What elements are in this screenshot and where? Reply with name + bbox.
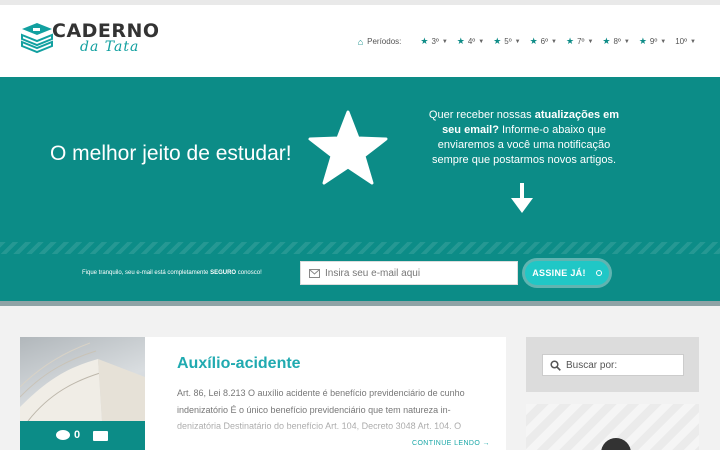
nav-item-3[interactable]: ★ 3º ▼ [420, 36, 447, 47]
nav-item-label: 3º [431, 37, 439, 46]
caret-down-icon: ▼ [551, 38, 557, 45]
books-icon [21, 23, 53, 54]
search-input[interactable]: Buscar por: [542, 354, 684, 376]
nav-item-5[interactable]: ★ 5º ▼ [493, 36, 520, 47]
nav-item-label: 5º [504, 37, 512, 46]
hero-description: Quer receber nossas atualizações em seu … [418, 108, 630, 168]
star-icon: ★ [566, 36, 575, 46]
star-icon: ★ [493, 36, 502, 46]
search-icon [550, 359, 561, 371]
privacy-note: Fique tranquilo, seu e-mail está complet… [82, 270, 262, 276]
email-placeholder: Insira seu e-mail aqui [325, 267, 421, 279]
caret-down-icon: ▼ [478, 38, 485, 45]
caret-down-icon: ▼ [690, 38, 696, 45]
subscribe-button[interactable]: ASSINE JÁ! [525, 261, 609, 285]
hero-bottom-band [0, 301, 720, 306]
privacy-note-bold: SEGURO [210, 270, 237, 276]
caret-down-icon: ▼ [441, 38, 448, 45]
circle-icon [595, 270, 602, 276]
envelope-icon [309, 268, 320, 278]
nav-item-9[interactable]: ★ 9º ▼ [639, 36, 666, 47]
caret-down-icon: ▼ [514, 38, 521, 45]
site-logo[interactable]: CADERNO da Tata [20, 19, 159, 63]
open-book-image [20, 342, 145, 421]
privacy-note-prefix: Fique tranquilo, seu e-mail está complet… [82, 270, 211, 276]
comment-icon [56, 430, 70, 440]
privacy-note-suffix: conosco! [236, 270, 262, 276]
home-icon[interactable]: ⌂ [358, 37, 363, 47]
arrow-down-icon [511, 183, 533, 213]
nav-item-label: 8º [613, 37, 621, 46]
decorative-stripes [0, 242, 720, 254]
post-stats-bar: 0 [20, 421, 145, 450]
star-icon: ★ [456, 36, 465, 46]
logo-word-da-tata: da Tata [80, 39, 140, 55]
caret-down-icon: ▼ [587, 38, 594, 45]
newsletter-hero: O melhor jeito de estudar! Quer receber … [0, 77, 720, 301]
subscribe-label: ASSINE JÁ! [532, 268, 586, 278]
nav-item-label: 10º [675, 37, 688, 46]
star-icon: ★ [420, 36, 429, 46]
periods-nav: ⌂ Períodos: ★ 3º ▼ ★ 4º ▼ ★ 5º ▼ ★ 6º ▼ ★ 7º ▼ ★ 8º… [358, 36, 696, 47]
hero-title: O melhor jeito de estudar! [50, 142, 292, 165]
caret-down-icon: ▼ [660, 38, 667, 45]
nav-item-label: 7º [577, 37, 585, 46]
nav-item-8[interactable]: ★ 8º ▼ [602, 36, 629, 47]
star-icon: ★ [638, 36, 647, 46]
nav-item-7[interactable]: ★ 7º ▼ [566, 36, 593, 47]
excerpt-fade [160, 412, 500, 442]
search-placeholder: Buscar por: [566, 359, 618, 371]
continue-reading-link[interactable]: CONTINUE LENDO → [412, 440, 490, 447]
comment-count: 0 [74, 429, 81, 441]
caret-down-icon: ▼ [623, 38, 630, 45]
nav-item-label: 9º [649, 37, 658, 46]
nav-item-4[interactable]: ★ 4º ▼ [457, 36, 484, 47]
folder-icon[interactable] [93, 431, 108, 441]
site-header: CADERNO da Tata ⌂ Períodos: ★ 3º ▼ ★ 4º ▼ ★ 5… [0, 5, 720, 77]
email-field[interactable]: Insira seu e-mail aqui [300, 261, 518, 285]
nav-item-label: 4º [467, 37, 476, 46]
star-icon: ★ [529, 36, 538, 46]
hero-text-prefix: Quer receber nossas [428, 109, 535, 121]
post-thumbnail[interactable] [20, 337, 145, 421]
periods-label: Períodos: [367, 37, 402, 46]
star-icon [308, 110, 388, 185]
post-title-link[interactable]: Auxílio-acidente [177, 355, 301, 373]
nav-item-label: 6º [540, 37, 549, 46]
nav-item-10[interactable]: 10º ▼ [675, 37, 696, 46]
star-icon: ★ [602, 36, 611, 46]
nav-item-6[interactable]: ★ 6º ▼ [530, 36, 557, 47]
